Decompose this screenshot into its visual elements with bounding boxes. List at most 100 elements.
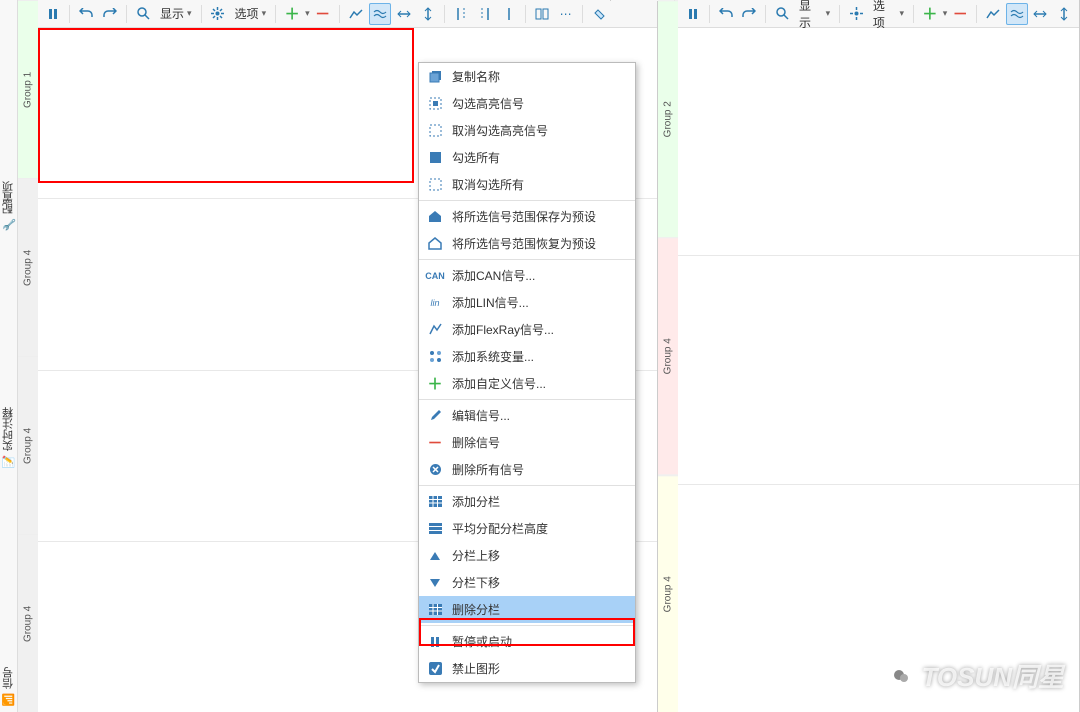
- zoom-button[interactable]: [132, 3, 154, 25]
- group-label: Group 4: [18, 356, 38, 534]
- menu-item-label: 勾选所有: [452, 149, 500, 166]
- check-icon: [427, 661, 443, 677]
- chart-stacked-button[interactable]: [1006, 3, 1028, 25]
- chart-line-button[interactable]: [982, 3, 1004, 25]
- undo-button[interactable]: [75, 3, 97, 25]
- zoom-button[interactable]: [771, 3, 793, 25]
- fit-h-button[interactable]: [1030, 3, 1052, 25]
- menu-item-rows[interactable]: 平均分配分栏高度: [419, 515, 635, 542]
- plus-icon: ＋: [427, 376, 443, 392]
- menu-item-check-dash[interactable]: 勾选高亮信号: [419, 90, 635, 117]
- check-solid-icon: [427, 150, 443, 166]
- menu-item-label: 将所选信号范围保存为预设: [452, 208, 596, 225]
- menu-item-label: 勾选高亮信号: [452, 95, 524, 112]
- display-dropdown[interactable]: 显示▾: [795, 0, 834, 31]
- menu-item-label: 取消勾选高亮信号: [452, 122, 548, 139]
- config-icon: 🔧: [2, 218, 15, 231]
- chevron-down-icon: ▾: [262, 8, 267, 19]
- menu-item-copy[interactable]: 复制名称: [419, 63, 635, 90]
- options-dropdown[interactable]: 选项▾: [231, 5, 271, 22]
- add-button[interactable]: ＋: [281, 3, 303, 25]
- redo-button[interactable]: [99, 3, 121, 25]
- menu-item-uncheck-solid[interactable]: 取消勾选所有: [419, 171, 635, 198]
- menu-separator: [419, 259, 635, 260]
- menu-item-uncheck-dash[interactable]: 取消勾选高亮信号: [419, 117, 635, 144]
- menu-item-flexray[interactable]: 添加FlexRay信号...: [419, 316, 635, 343]
- fit-v-button[interactable]: [417, 3, 439, 25]
- home-restore-icon: [427, 236, 443, 252]
- cursor-1-button[interactable]: [450, 3, 472, 25]
- chevron-down-icon: ▾: [187, 8, 192, 19]
- signal-icon: 📶: [2, 693, 15, 706]
- remove-button[interactable]: －: [949, 3, 971, 25]
- add-button[interactable]: ＋: [919, 3, 941, 25]
- erase-button[interactable]: [588, 3, 610, 25]
- chevron-down-icon: ▾: [826, 8, 831, 19]
- undo-button[interactable]: [715, 3, 737, 25]
- plot-split: [678, 28, 1079, 256]
- menu-item-remove-all[interactable]: 删除所有信号: [419, 456, 635, 483]
- rows-icon: [427, 521, 443, 537]
- side-tab-label: 配置项: [1, 181, 17, 214]
- group-label: Group 4: [18, 178, 38, 356]
- fit-v-button[interactable]: [1053, 3, 1075, 25]
- separator: [709, 5, 710, 23]
- menu-item-pause[interactable]: 暂停或启动: [419, 628, 635, 655]
- menu-item-can[interactable]: CAN添加CAN信号...: [419, 262, 635, 289]
- chart-stacked-button[interactable]: [369, 3, 391, 25]
- separator: [339, 5, 340, 23]
- display-dropdown[interactable]: 显示▾: [156, 5, 196, 22]
- side-tab-realtime-note[interactable]: 📝 实时注释: [0, 237, 17, 474]
- fit-h-button[interactable]: [393, 3, 415, 25]
- pause-button[interactable]: [682, 3, 704, 25]
- gear-button[interactable]: [845, 3, 867, 25]
- right-panel: 显示▾ 选项▾ ＋ ▾ －: [678, 0, 1080, 712]
- split-button[interactable]: [531, 3, 553, 25]
- side-tab-config[interactable]: 🔧 配置项: [0, 0, 17, 237]
- menu-item-label: 删除分栏: [452, 601, 500, 618]
- cursor-2-button[interactable]: [474, 3, 496, 25]
- menu-separator: [419, 485, 635, 486]
- chevron-down-icon: ▾: [900, 8, 905, 19]
- menu-item-check[interactable]: 禁止图形: [419, 655, 635, 682]
- options-dropdown[interactable]: 选项▾: [869, 0, 908, 31]
- cursor-single-button[interactable]: [498, 3, 520, 25]
- menu-item-lin[interactable]: lin添加LIN信号...: [419, 289, 635, 316]
- pause-button[interactable]: [42, 3, 64, 25]
- right-toolbar: 显示▾ 选项▾ ＋ ▾ －: [678, 0, 1079, 28]
- menu-item-label: 平均分配分栏高度: [452, 520, 548, 537]
- menu-item-grid-del[interactable]: 删除分栏: [419, 596, 635, 623]
- group-label: Group 4: [18, 534, 38, 712]
- menu-item-up[interactable]: 分栏上移: [419, 542, 635, 569]
- right-plot-area[interactable]: [678, 28, 1079, 712]
- note-icon: 📝: [2, 455, 15, 468]
- sysvar-icon: [427, 349, 443, 365]
- side-tab-signal[interactable]: 📶 信号: [0, 475, 17, 712]
- menu-item-label: 添加自定义信号...: [452, 375, 546, 392]
- menu-item-home-restore[interactable]: 将所选信号范围恢复为预设: [419, 230, 635, 257]
- remove-button[interactable]: －: [312, 3, 334, 25]
- menu-item-down[interactable]: 分栏下移: [419, 569, 635, 596]
- menu-item-sysvar[interactable]: 添加系统变量...: [419, 343, 635, 370]
- home-save-icon: [427, 209, 443, 225]
- separator: [69, 5, 70, 23]
- pause-icon: [427, 634, 443, 650]
- separator: [913, 5, 914, 23]
- menu-item-grid[interactable]: 添加分栏: [419, 488, 635, 515]
- menu-item-minus[interactable]: －删除信号: [419, 429, 635, 456]
- menu-item-label: 添加FlexRay信号...: [452, 321, 554, 338]
- redo-button[interactable]: [739, 3, 761, 25]
- menu-item-plus[interactable]: ＋ 添加自定义信号...: [419, 370, 635, 397]
- menu-item-edit[interactable]: 编辑信号...: [419, 402, 635, 429]
- more-button[interactable]: ⋯: [555, 3, 577, 25]
- menu-item-label: 复制名称: [452, 68, 500, 85]
- menu-item-check-solid[interactable]: 勾选所有: [419, 144, 635, 171]
- gear-button[interactable]: [207, 3, 229, 25]
- separator: [525, 5, 526, 23]
- separator: [275, 5, 276, 23]
- menu-separator: [419, 625, 635, 626]
- uncheck-solid-icon: [427, 177, 443, 193]
- check-dash-icon: [427, 96, 443, 112]
- menu-item-home-save[interactable]: 将所选信号范围保存为预设: [419, 203, 635, 230]
- chart-line-button[interactable]: [345, 3, 367, 25]
